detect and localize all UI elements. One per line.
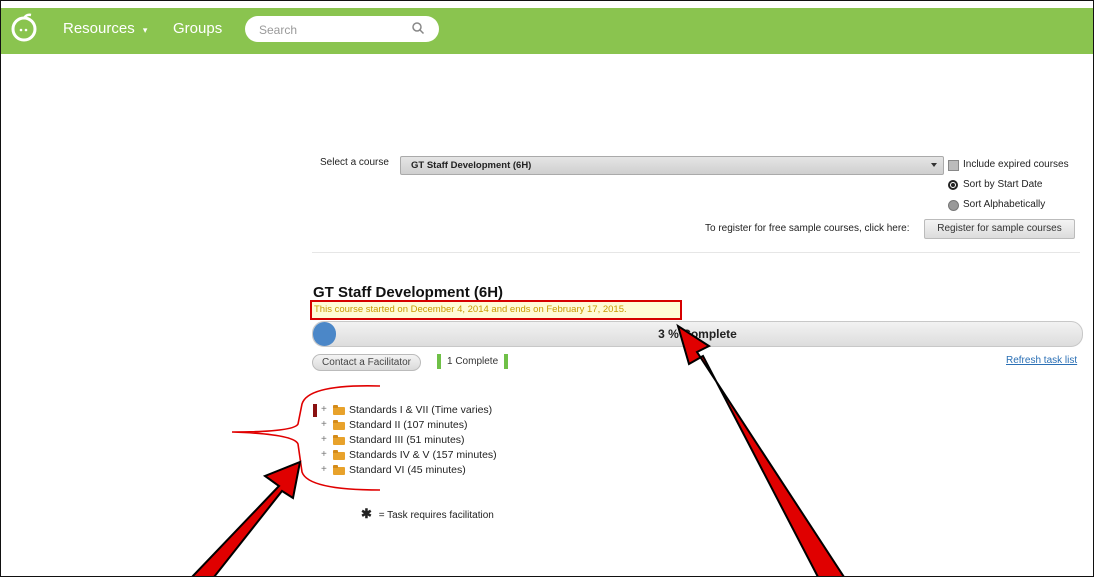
annotation-arrows bbox=[190, 323, 846, 577]
arrow-right-icon bbox=[676, 323, 846, 577]
arrow-left-icon bbox=[190, 460, 302, 577]
